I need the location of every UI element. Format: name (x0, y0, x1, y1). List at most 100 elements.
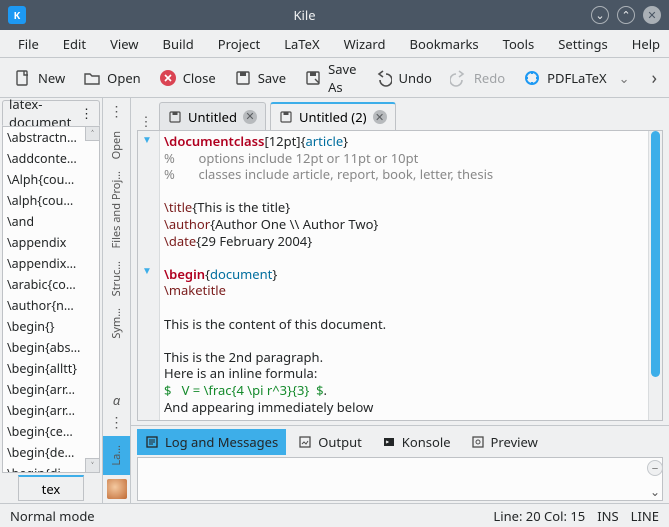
save-button[interactable]: Save (228, 65, 292, 91)
scroll-up-button[interactable]: ˄ (85, 127, 99, 141)
engine-icon (523, 69, 541, 87)
menu-build[interactable]: Build (153, 31, 204, 57)
list-item[interactable]: \Alph{cou… (3, 169, 99, 190)
rail-group[interactable]: Sym… (103, 302, 130, 345)
maximize-button[interactable]: ⌃ (617, 6, 635, 24)
list-item[interactable]: \and (3, 211, 99, 232)
rail-group-label: Struc… (109, 255, 124, 302)
main-area: ⋮ Untitled ✕ Untitled (2) ✕ ▼ ▼ \documentcl… (131, 98, 669, 503)
menu-wizard[interactable]: Wizard (334, 31, 396, 57)
status-insert-mode[interactable]: INS (597, 507, 618, 525)
minimize-button[interactable]: ⌄ (591, 6, 609, 24)
rail-group[interactable]: Files and Proj… (103, 165, 130, 254)
tabbar-overflow[interactable]: ⋮ (137, 112, 155, 130)
list-item[interactable]: \addconte… (3, 148, 99, 169)
menu-latex[interactable]: LaTeX (274, 31, 329, 57)
fold-marker-icon[interactable]: ▼ (142, 132, 152, 146)
rail-overflow-top[interactable]: ⋮ (103, 102, 130, 121)
fold-marker-icon[interactable]: ▼ (142, 263, 152, 277)
list-item[interactable]: \begin{arr… (3, 379, 99, 400)
bottom-tab-log-and-messages[interactable]: Log and Messages (137, 429, 286, 455)
status-position[interactable]: Line: 20 Col: 15 (493, 507, 585, 525)
undo-button[interactable]: Undo (368, 65, 437, 91)
side-rail: ⋮ OpenFiles and Proj…Struc…Sym… α ⋮ La… (103, 98, 131, 503)
chevron-down-icon: ⌄ (619, 69, 630, 87)
collapse-button[interactable]: – (647, 460, 663, 476)
log-panel[interactable]: – ⌄ (137, 457, 663, 501)
list-item[interactable]: \begin{ce… (3, 421, 99, 442)
save-icon (168, 110, 182, 124)
list-item[interactable]: \begin{alltt} (3, 358, 99, 379)
redo-icon (450, 69, 468, 87)
fold-gutter[interactable]: ▼ ▼ (138, 131, 160, 420)
save-label: Save (258, 69, 286, 87)
bottom-tab-preview[interactable]: Preview (463, 429, 546, 455)
menu-project[interactable]: Project (208, 31, 270, 57)
close-label: Close (183, 69, 216, 87)
list-item[interactable]: \appendix… (3, 253, 99, 274)
list-item[interactable]: \appendix (3, 232, 99, 253)
menu-file[interactable]: File (8, 31, 49, 57)
rail-group[interactable]: Open (103, 125, 130, 165)
bottom-tabbar: Log and Messages OutputKonsolePreview (131, 425, 669, 457)
rail-group-label: Files and Proj… (109, 165, 124, 254)
tab-icon (382, 435, 396, 449)
window-title: Kile (26, 6, 583, 24)
list-item[interactable]: \begin{} (3, 316, 99, 337)
tab-label: Untitled (188, 108, 237, 126)
bottom-tab-output[interactable]: Output (290, 429, 370, 455)
dots-icon: ⋮ (80, 104, 93, 122)
list-item[interactable]: \author{n… (3, 295, 99, 316)
engine-selector[interactable]: PDFLaTeX ⌄ (517, 65, 635, 91)
scrollbar-thumb[interactable] (651, 131, 660, 377)
rail-active-tab[interactable]: La… (103, 436, 130, 475)
open-button[interactable]: Open (77, 65, 147, 91)
app-icon: K (8, 6, 26, 24)
close-tab-icon[interactable]: ✕ (373, 110, 387, 124)
chevron-down-icon[interactable]: ⌄ (650, 483, 660, 500)
menu-bookmarks[interactable]: Bookmarks (400, 31, 489, 57)
status-line-mode[interactable]: LINE (631, 507, 659, 525)
code-editor[interactable]: ▼ ▼ \documentclass[12pt]{article} % opti… (137, 130, 663, 421)
save-as-label: Save As (328, 60, 356, 96)
list-item[interactable]: \begin{abs… (3, 337, 99, 358)
editor-tab[interactable]: Untitled (2) ✕ (270, 102, 396, 130)
rail-overflow-bottom[interactable]: ⋮ (103, 413, 130, 432)
menu-help[interactable]: Help (622, 31, 669, 57)
editor-tab[interactable]: Untitled ✕ (159, 102, 266, 130)
list-item[interactable]: \arabic{co… (3, 274, 99, 295)
category-tab-tex[interactable]: tex (18, 475, 84, 501)
rail-alpha-icon[interactable]: α (103, 391, 130, 409)
tab-label: Untitled (2) (299, 108, 367, 126)
menu-settings[interactable]: Settings (548, 31, 617, 57)
close-tab-icon[interactable]: ✕ (243, 110, 257, 124)
close-button[interactable]: Close (153, 65, 222, 91)
save-icon (234, 69, 252, 87)
bottom-tab-label: Log and Messages (165, 433, 278, 451)
category-tab-label: tex (42, 480, 61, 498)
list-item[interactable]: \alph{cou… (3, 190, 99, 211)
menu-edit[interactable]: Edit (53, 31, 96, 57)
redo-label: Redo (474, 69, 505, 87)
save-as-button[interactable]: Save As (298, 56, 362, 100)
rail-group-label: Sym… (109, 302, 124, 345)
redo-button[interactable]: Redo (444, 65, 511, 91)
editor-tabbar: ⋮ Untitled ✕ Untitled (2) ✕ (131, 98, 669, 130)
menu-view[interactable]: View (100, 31, 148, 57)
code-content[interactable]: \documentclass[12pt]{article} % options … (160, 131, 648, 420)
menu-tools[interactable]: Tools (493, 31, 545, 57)
status-bar: Normal mode Line: 20 Col: 15 INS LINE (0, 503, 669, 527)
new-button[interactable]: New (8, 65, 71, 91)
status-mode: Normal mode (10, 507, 95, 525)
palette-tab[interactable]: latex-document ⋮ (2, 100, 100, 126)
rail-group[interactable]: Struc… (103, 255, 130, 302)
rail-avatar[interactable] (103, 475, 130, 503)
scroll-down-button[interactable]: ˅ (85, 458, 99, 472)
save-icon (279, 110, 293, 124)
toolbar-overflow[interactable]: › (648, 66, 661, 90)
latex-command-list[interactable]: ˄ ˅ \abstractn…\addconte…\Alph{cou…\alph… (2, 126, 100, 473)
close-window-button[interactable]: ✕ (643, 6, 661, 24)
editor-scrollbar[interactable] (648, 131, 662, 420)
bottom-tab-konsole[interactable]: Konsole (374, 429, 459, 455)
list-item[interactable]: \begin{arr… (3, 400, 99, 421)
